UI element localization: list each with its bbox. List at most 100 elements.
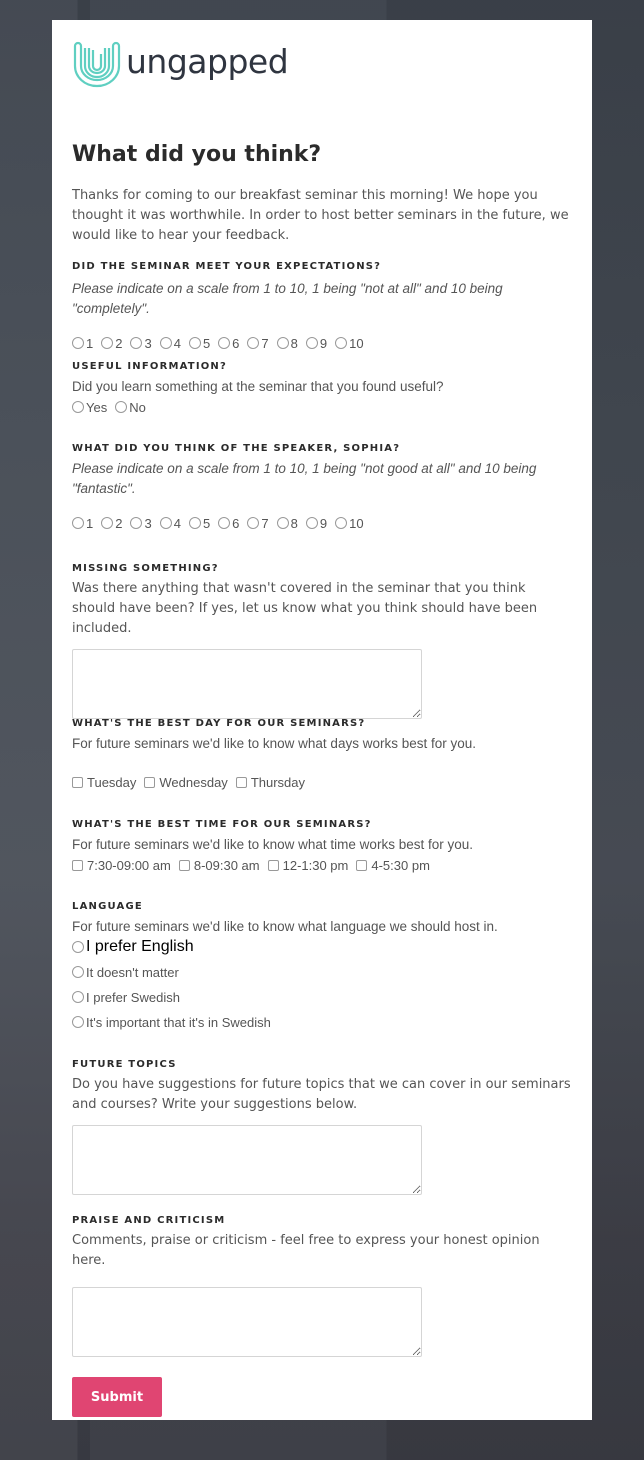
brand-logo: ungapped [72,40,572,88]
checkbox[interactable] [267,859,279,871]
expectations-option-2[interactable]: 2 [101,333,122,353]
language-option-swedish[interactable]: I prefer Swedish [72,987,564,1007]
question-description: For future seminars we'd like to know wh… [72,736,476,751]
language-option-english[interactable]: I prefer English [72,937,564,957]
brand-name: ungapped [126,41,289,81]
submit-button[interactable]: Submit [72,1377,162,1417]
expectations-option-1[interactable]: 1 [72,333,93,353]
speaker-option-9[interactable]: 9 [305,513,327,533]
radio-button[interactable] [247,517,260,529]
time-option-1600[interactable]: 4-5:30 pm [356,855,430,875]
question-description: Please indicate on a scale from 1 to 10,… [72,461,537,496]
radio-button[interactable] [276,517,289,529]
question-label: MISSING SOMETHING? [72,563,219,574]
checkbox[interactable] [178,859,190,871]
speaker-option-10[interactable]: 10 [335,513,364,533]
time-option-0730[interactable]: 7:30-09:00 am [72,855,171,875]
radio-button[interactable] [188,517,201,529]
intro-text: Thanks for coming to our breakfast semin… [72,188,569,243]
radio-button[interactable] [159,517,172,529]
radio-button[interactable] [218,517,231,529]
radio-button[interactable] [335,337,348,349]
question-label: WHAT DID YOU THINK OF THE SPEAKER, SOPHI… [72,443,401,454]
time-option-1200[interactable]: 12-1:30 pm [267,855,348,875]
best-day-option-group: Tuesday Wednesday Thursday [72,772,572,792]
day-option-wednesday[interactable]: Wednesday [144,772,228,792]
expectations-option-9[interactable]: 9 [305,333,327,353]
question-label: WHAT'S THE BEST DAY FOR OUR SEMINARS? [72,718,366,729]
question-missing: MISSING SOMETHING? Was there anything th… [72,562,572,719]
expectations-option-10[interactable]: 10 [335,333,364,353]
question-label: DID THE SEMINAR MEET YOUR EXPECTATIONS? [72,261,382,272]
question-label: USEFUL INFORMATION? [72,361,228,372]
question-label: FUTURE TOPICS [72,1059,177,1070]
speaker-option-7[interactable]: 7 [247,513,269,533]
radio-button[interactable] [335,517,348,529]
speaker-option-6[interactable]: 6 [218,513,239,533]
useful-option-yes[interactable]: Yes [72,397,107,417]
language-option-group: I prefer English It doesn't matter I pre… [72,937,572,1032]
question-praise: PRAISE AND CRITICISM Comments, praise or… [72,1214,572,1417]
question-useful: USEFUL INFORMATION? Did you learn someth… [72,360,572,417]
speaker-rating-group: 1 2 3 4 5 6 7 8 9 10 [72,513,572,533]
question-description: Did you learn something at the seminar t… [72,379,444,394]
question-label: LANGUAGE [72,901,143,912]
expectations-option-6[interactable]: 6 [218,333,239,353]
radio-button[interactable] [72,517,84,529]
day-option-thursday[interactable]: Thursday [235,772,305,792]
radio-button[interactable] [72,401,84,413]
radio-button[interactable] [72,966,84,978]
best-time-option-group: 7:30-09:00 am 8-09:30 am 12-1:30 pm 4-5:… [72,855,572,875]
checkbox[interactable] [356,859,368,871]
radio-button[interactable] [159,337,172,349]
radio-button[interactable] [72,991,84,1003]
radio-button[interactable] [101,517,114,529]
speaker-option-1[interactable]: 1 [72,513,93,533]
speaker-option-5[interactable]: 5 [188,513,210,533]
radio-button[interactable] [130,337,143,349]
time-option-0800[interactable]: 8-09:30 am [178,855,260,875]
radio-button[interactable] [101,337,114,349]
radio-button[interactable] [247,337,260,349]
expectations-rating-group: 1 2 3 4 5 6 7 8 9 10 [72,333,572,353]
radio-button[interactable] [72,337,84,349]
feedback-form-card: ungapped What did you think? Thanks for … [52,20,592,1420]
missing-something-textarea[interactable] [72,649,422,719]
question-best-time: WHAT'S THE BEST TIME FOR OUR SEMINARS? F… [72,818,572,875]
question-description: Please indicate on a scale from 1 to 10,… [72,281,503,316]
radio-button[interactable] [115,401,128,413]
question-language: LANGUAGE For future seminars we'd like t… [72,900,572,1037]
checkbox[interactable] [72,776,83,788]
language-option-important-swedish[interactable]: It's important that it's in Swedish [72,1012,564,1032]
radio-button[interactable] [188,337,201,349]
question-description: For future seminars we'd like to know wh… [72,837,473,852]
radio-button[interactable] [72,1016,84,1028]
radio-button[interactable] [218,337,231,349]
day-option-tuesday[interactable]: Tuesday [72,772,136,792]
useful-option-group: Yes No [72,397,572,417]
expectations-option-4[interactable]: 4 [159,333,181,353]
speaker-option-3[interactable]: 3 [130,513,152,533]
speaker-option-4[interactable]: 4 [159,513,181,533]
expectations-option-3[interactable]: 3 [130,333,152,353]
useful-option-no[interactable]: No [115,397,146,417]
speaker-option-8[interactable]: 8 [276,513,298,533]
radio-button[interactable] [276,337,289,349]
expectations-option-8[interactable]: 8 [276,333,298,353]
radio-button[interactable] [72,941,84,953]
expectations-option-5[interactable]: 5 [188,333,210,353]
checkbox[interactable] [235,776,247,788]
page-title: What did you think? [72,142,322,167]
speaker-option-2[interactable]: 2 [101,513,122,533]
checkbox[interactable] [144,776,156,788]
radio-button[interactable] [305,517,318,529]
question-expectations: DID THE SEMINAR MEET YOUR EXPECTATIONS? … [72,260,572,353]
radio-button[interactable] [305,337,318,349]
radio-button[interactable] [130,517,143,529]
expectations-option-7[interactable]: 7 [247,333,269,353]
praise-criticism-textarea[interactable] [72,1287,422,1357]
checkbox[interactable] [72,859,83,871]
future-topics-textarea[interactable] [72,1125,422,1195]
language-option-doesnt-matter[interactable]: It doesn't matter [72,962,564,982]
question-description: For future seminars we'd like to know wh… [72,919,498,934]
